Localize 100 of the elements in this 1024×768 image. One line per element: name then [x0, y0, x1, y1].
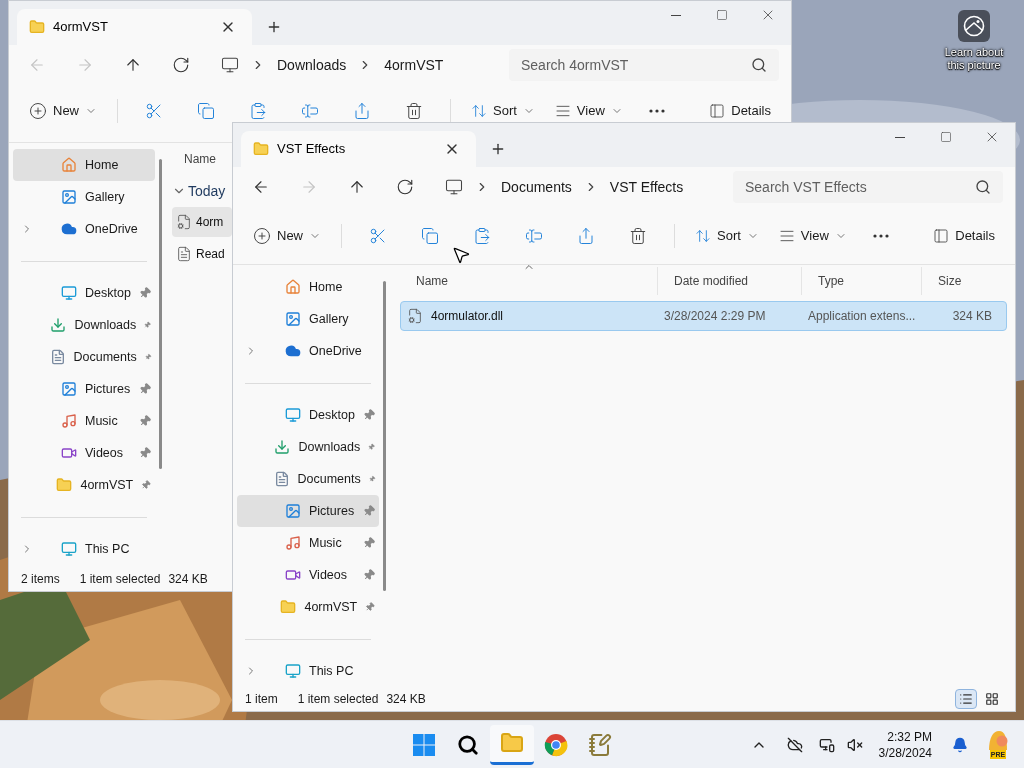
column-header[interactable]: Name — [400, 267, 657, 295]
plus-icon — [266, 19, 282, 35]
sidebar-item[interactable]: Desktop — [13, 277, 155, 309]
sidebar-item[interactable]: Downloads — [237, 431, 379, 463]
sidebar-item[interactable]: Documents — [13, 341, 155, 373]
sidebar-label: Desktop — [85, 284, 131, 302]
details-pane-icon — [933, 227, 950, 244]
sidebar-label: Documents — [73, 348, 137, 366]
view-button[interactable]: View — [770, 218, 855, 253]
sidebar-item[interactable]: Gallery — [237, 303, 379, 335]
bell-icon[interactable] — [952, 736, 968, 753]
time-text: 2:32 PM — [887, 728, 932, 745]
date-text: 3/28/2024 — [878, 744, 932, 761]
new-button[interactable]: New — [21, 99, 105, 123]
file-name: 4ormulator.dll — [431, 308, 504, 325]
breadcrumb-item[interactable]: Documents — [501, 176, 572, 198]
sidebar-item[interactable]: Gallery — [13, 181, 155, 213]
share-icon — [353, 102, 371, 120]
minimize-icon — [671, 14, 681, 16]
sidebar-label: OneDrive — [309, 342, 362, 360]
sidebar-item[interactable]: OneDrive — [13, 213, 155, 245]
column-header[interactable]: Date modified — [657, 267, 801, 295]
spotlight-button[interactable] — [958, 10, 990, 42]
windows-logo-icon — [413, 733, 435, 756]
sidebar-item[interactable]: Documents — [237, 463, 379, 495]
mute-icon[interactable] — [846, 736, 863, 753]
plus-icon — [490, 141, 506, 157]
sort-button[interactable]: Sort — [687, 218, 767, 253]
trash-icon — [405, 102, 423, 120]
notepad-icon — [588, 732, 612, 757]
sidebar-label: OneDrive — [85, 220, 138, 238]
network-icon[interactable] — [818, 736, 835, 753]
column-header[interactable]: Type — [801, 267, 921, 295]
sidebar-item[interactable]: 4ormVST — [13, 469, 155, 501]
desktop-icon — [61, 285, 77, 301]
file-row[interactable]: 4orm — [172, 207, 232, 237]
details-button[interactable]: Details — [925, 218, 1003, 253]
sidebar-item[interactable]: Pictures — [13, 373, 155, 405]
cloud-icon — [61, 221, 77, 237]
sidebar-item[interactable]: 4ormVST — [237, 591, 379, 623]
sort-button[interactable]: Sort — [463, 99, 543, 123]
picture-icon — [285, 503, 301, 519]
view-icon — [554, 103, 571, 119]
trash-icon — [629, 226, 647, 245]
sidebar-label: Home — [85, 156, 119, 174]
search-icon — [975, 179, 991, 195]
sidebar-item[interactable]: This PC — [237, 655, 379, 687]
breadcrumb-item[interactable]: Downloads — [277, 54, 347, 76]
grid-icon — [985, 692, 999, 706]
sidebar-item[interactable]: Music — [13, 405, 155, 437]
column-header[interactable]: Size — [921, 267, 999, 295]
sidebar-item[interactable]: Home — [237, 271, 379, 303]
cloud-off-icon[interactable] — [786, 736, 803, 753]
scrollbar[interactable] — [159, 159, 162, 469]
minimize-icon — [895, 136, 905, 138]
address-bar[interactable]: Documents VST Effects — [437, 171, 727, 203]
breadcrumb-item[interactable]: VST Effects — [609, 176, 684, 198]
copy-icon — [197, 102, 215, 120]
folder-icon — [253, 141, 269, 157]
folder-tab[interactable]: VST Effects — [241, 131, 476, 167]
sidebar-item[interactable]: Pictures — [237, 495, 379, 527]
sidebar-item[interactable]: This PC — [13, 533, 155, 565]
scrollbar[interactable] — [383, 281, 386, 591]
status-text: 324 KB — [168, 571, 208, 588]
search-icon — [457, 733, 479, 756]
sidebar-label: Videos — [309, 566, 347, 584]
house-icon — [285, 279, 301, 295]
sidebar-item[interactable]: Home — [13, 149, 155, 181]
sidebar-item[interactable]: Desktop — [237, 399, 379, 431]
sidebar-item[interactable]: Videos — [237, 559, 379, 591]
video-icon — [285, 567, 301, 583]
paste-icon — [473, 226, 491, 245]
file-row[interactable]: Read — [172, 239, 232, 269]
music-icon — [61, 413, 77, 429]
breadcrumb-item[interactable]: 4ormVST — [384, 54, 444, 76]
sidebar-label: Desktop — [309, 406, 355, 424]
group-header[interactable]: Today — [172, 177, 232, 205]
details-view-button[interactable] — [955, 689, 977, 709]
address-bar[interactable]: Downloads 4ormVST — [213, 49, 503, 81]
sidebar-item[interactable]: OneDrive — [237, 335, 379, 367]
new-button[interactable]: New — [245, 218, 329, 253]
text-file-icon — [176, 246, 192, 262]
search-field[interactable]: Search VST Effects — [733, 171, 1003, 203]
folder-icon — [500, 731, 524, 755]
view-button[interactable]: View — [546, 99, 631, 123]
clock[interactable]: 2:32 PM 3/28/2024 — [870, 728, 940, 761]
file-row[interactable]: 4ormulator.dll 3/28/2024 2:29 PM Application extens... 324 KB — [400, 301, 1007, 331]
details-button[interactable]: Details — [701, 99, 779, 123]
plus-icon — [253, 226, 271, 245]
sidebar-item[interactable]: Downloads — [13, 309, 155, 341]
sidebar-item[interactable]: Music — [237, 527, 379, 559]
folder-tab[interactable]: 4ormVST — [17, 9, 252, 45]
search-field[interactable]: Search 4ormVST — [509, 49, 779, 81]
column-header[interactable]: Name — [172, 145, 232, 173]
sidebar-label: This PC — [309, 662, 354, 680]
sidebar-item[interactable]: Videos — [13, 437, 155, 469]
table-cell-text: 324 KB — [952, 308, 992, 325]
folder-icon — [56, 477, 73, 493]
rename-icon — [301, 102, 319, 120]
plus-icon — [29, 102, 47, 120]
